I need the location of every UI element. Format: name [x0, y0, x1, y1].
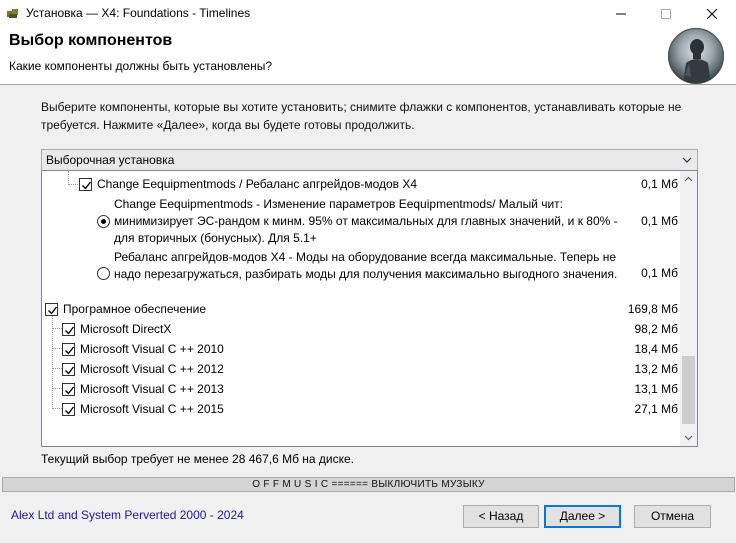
checkbox-change-mods[interactable]	[79, 178, 92, 191]
scroll-up-icon[interactable]	[683, 174, 694, 185]
page-subtitle: Какие компоненты должны быть установлены…	[9, 59, 272, 73]
item-size: 27,1 Мб	[634, 402, 678, 416]
list-item[interactable]: Microsoft Visual C ++ 2013 13,1 Мб	[42, 379, 680, 399]
soldier-logo	[668, 28, 724, 84]
item-label: Microsoft Visual C ++ 2013	[80, 382, 224, 396]
list-item[interactable]: Ребаланс апгрейдов-модов X4 - Моды на об…	[42, 249, 680, 303]
radio-dot	[101, 219, 106, 224]
scroll-down-icon[interactable]	[683, 432, 694, 443]
next-button[interactable]: Далее >	[544, 505, 621, 528]
item-label: Microsoft Visual C ++ 2015	[80, 402, 224, 416]
checkbox-vc2012[interactable]	[62, 363, 75, 376]
checkbox-directx[interactable]	[62, 323, 75, 336]
instructions-text: Выберите компоненты, которые вы хотите у…	[41, 100, 682, 132]
disk-requirement-text: Текущий выбор требует не менее 28 467,6 …	[41, 452, 355, 466]
radio-option-1[interactable]	[97, 215, 110, 228]
item-label: Microsoft Visual C ++ 2012	[80, 362, 224, 376]
checkbox-software[interactable]	[45, 303, 58, 316]
chevron-down-icon	[681, 153, 693, 167]
item-label: Ребаланс апгрейдов-модов X4 - Моды на об…	[114, 250, 618, 281]
checkbox-vc2013[interactable]	[62, 383, 75, 396]
item-size: 0,1 Мб	[641, 266, 678, 280]
wizard-header: Выбор компонентов Какие компоненты должн…	[0, 28, 736, 85]
item-label: Microsoft DirectX	[80, 322, 172, 336]
scrollbar-thumb[interactable]	[682, 356, 695, 424]
install-type-dropdown[interactable]: Выборочная установка	[41, 149, 698, 171]
item-size: 0,1 Мб	[641, 177, 678, 191]
list-item[interactable]: Microsoft Visual C ++ 2010 18,4 Мб	[42, 339, 680, 359]
back-button[interactable]: < Назад	[463, 505, 539, 528]
radio-option-2[interactable]	[97, 267, 110, 280]
list-item[interactable]: Microsoft Visual C ++ 2015 27,1 Мб	[42, 399, 680, 419]
list-item[interactable]: Change Eequipmentmods / Ребаланс апгрейд…	[42, 175, 680, 195]
copyright-text: Alex Ltd and System Perverted 2000 - 202…	[11, 508, 244, 522]
page-title: Выбор компонентов	[9, 32, 173, 49]
item-size: 13,2 Мб	[634, 362, 678, 376]
item-label: Microsoft Visual C ++ 2010	[80, 342, 224, 356]
components-list[interactable]: Change Eequipmentmods / Ребаланс апгрейд…	[41, 170, 698, 447]
title-bar: Установка — X4: Foundations - Timelines	[0, 0, 736, 28]
cancel-button[interactable]: Отмена	[634, 505, 711, 528]
install-type-value: Выборочная установка	[46, 153, 175, 167]
item-size: 98,2 Мб	[634, 322, 678, 336]
item-size: 18,4 Мб	[634, 342, 678, 356]
item-size: 169,8 Мб	[627, 302, 678, 316]
item-label: Change Eequipmentmods - Изменение параме…	[114, 197, 618, 245]
checkbox-vc2010[interactable]	[62, 343, 75, 356]
item-label: Change Eequipmentmods / Ребаланс апгрейд…	[97, 177, 418, 191]
close-icon[interactable]	[689, 0, 735, 28]
minimize-icon[interactable]	[598, 0, 644, 28]
list-item[interactable]: Microsoft Visual C ++ 2012 13,2 Мб	[42, 359, 680, 379]
installer-icon	[6, 7, 20, 20]
music-toggle-bar[interactable]: O F F M U S I C ====== ВЫКЛЮЧИТЬ МУЗЫКУ	[2, 477, 735, 492]
list-item[interactable]: Програмное обеспечение 169,8 Мб	[42, 299, 680, 319]
checkbox-vc2015[interactable]	[62, 403, 75, 416]
window-title: Установка — X4: Foundations - Timelines	[26, 6, 251, 20]
item-size: 0,1 Мб	[641, 214, 678, 228]
list-item[interactable]: Microsoft DirectX 98,2 Мб	[42, 319, 680, 339]
scrollbar[interactable]	[680, 171, 697, 446]
list-item[interactable]: Change Eequipmentmods - Изменение параме…	[42, 196, 680, 250]
maximize-icon[interactable]	[643, 0, 689, 28]
item-size: 13,1 Мб	[634, 382, 678, 396]
item-label: Програмное обеспечение	[63, 302, 207, 316]
